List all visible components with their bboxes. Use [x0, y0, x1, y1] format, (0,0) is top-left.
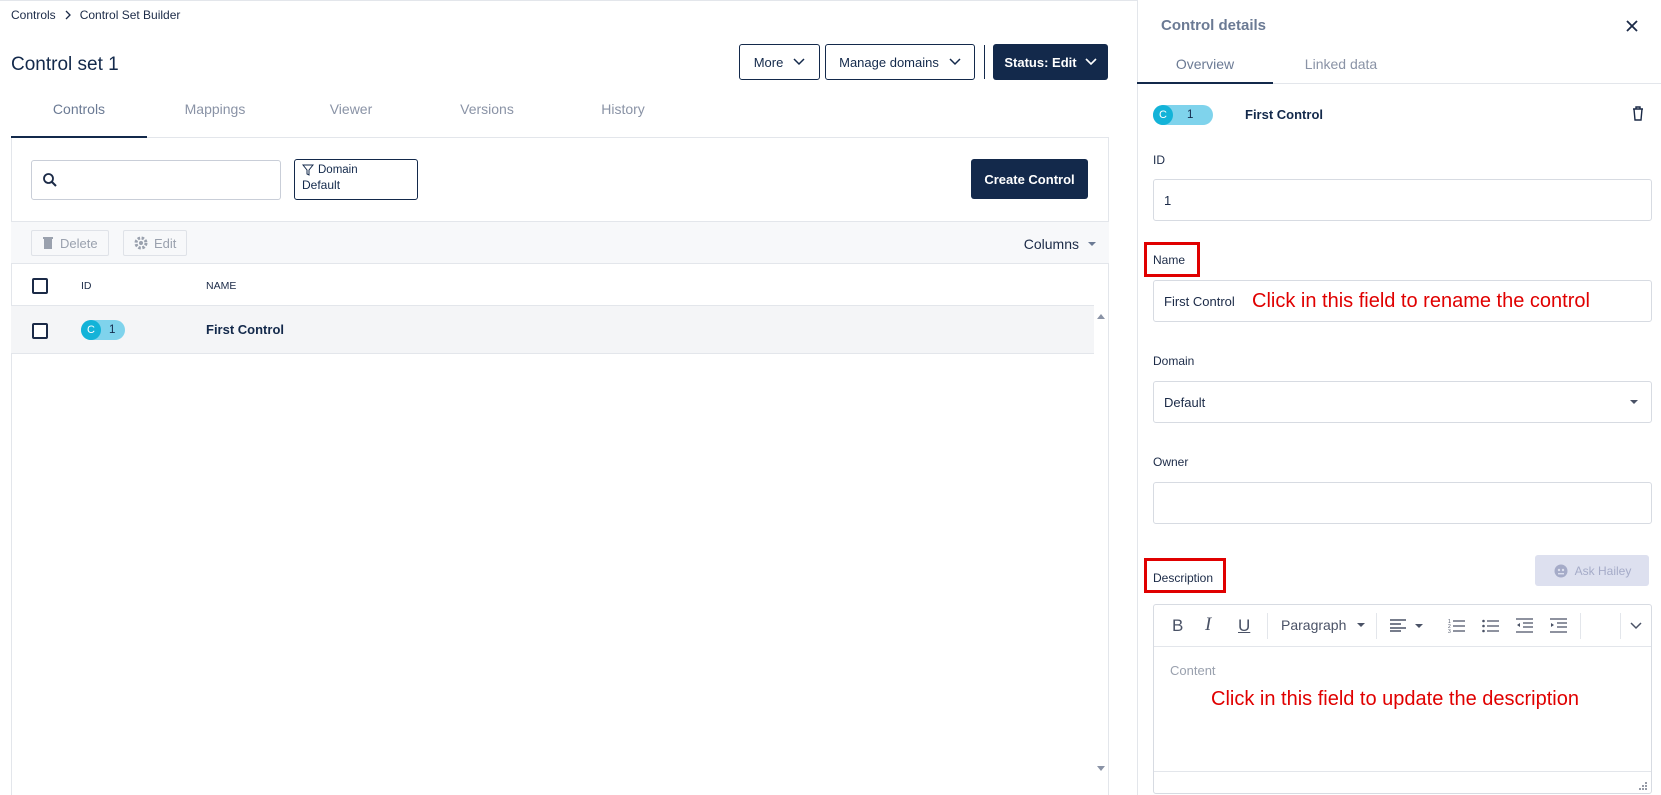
- bold-icon[interactable]: B: [1172, 616, 1183, 636]
- owner-label: Owner: [1153, 455, 1189, 469]
- columns-dropdown[interactable]: Columns: [1024, 236, 1097, 252]
- badge-id: 1: [109, 324, 116, 336]
- editor-bottom-border: [1154, 771, 1651, 772]
- control-badge: C 1: [81, 320, 126, 340]
- badge-type: C: [81, 320, 101, 340]
- editor-toolbar: B I U Paragraph 123: [1154, 605, 1651, 647]
- paragraph-select[interactable]: Paragraph: [1281, 617, 1366, 633]
- toolbar-divider: [1267, 613, 1268, 639]
- chevron-down-icon: [1085, 58, 1097, 66]
- row-name: First Control: [206, 322, 284, 337]
- filter-icon: [302, 164, 314, 176]
- create-control-button[interactable]: Create Control: [971, 159, 1088, 199]
- content-placeholder: Content: [1170, 663, 1216, 678]
- status-edit-button[interactable]: Status: Edit: [993, 44, 1108, 80]
- select-all-checkbox[interactable]: [32, 278, 48, 294]
- tab-controls[interactable]: Controls: [11, 98, 147, 138]
- main-tabs: Controls Mappings Viewer Versions Histor…: [11, 98, 1109, 138]
- name-label: Name: [1153, 253, 1186, 267]
- trash-icon[interactable]: [1631, 105, 1645, 121]
- domain-select[interactable]: Default: [1153, 381, 1652, 423]
- trash-icon: [42, 236, 54, 250]
- caret-down-icon: [1356, 622, 1366, 628]
- manage-domains-button[interactable]: Manage domains: [825, 44, 975, 80]
- breadcrumb-controls-link[interactable]: Controls: [11, 8, 56, 22]
- toolbar-divider: [1620, 613, 1621, 639]
- bullet-list-icon[interactable]: [1482, 618, 1499, 633]
- more-button-label: More: [753, 54, 784, 70]
- chevron-down-icon: [949, 58, 961, 66]
- status-label: Status: Edit: [1004, 54, 1077, 70]
- robot-icon: [1553, 563, 1569, 579]
- caret-down-icon: [1629, 399, 1639, 405]
- scroll-down-icon[interactable]: [1096, 765, 1106, 772]
- domain-value: Default: [1164, 394, 1206, 410]
- tab-linked-data[interactable]: Linked data: [1273, 50, 1409, 84]
- scroll-up-icon[interactable]: [1096, 313, 1106, 320]
- table-row[interactable]: C 1 First Control: [11, 306, 1094, 354]
- filter-value: Default: [302, 178, 341, 192]
- owner-field[interactable]: [1153, 482, 1652, 524]
- close-icon[interactable]: [1625, 19, 1639, 33]
- details-badge: C 1: [1153, 105, 1214, 125]
- chevron-down-icon[interactable]: [1630, 622, 1642, 630]
- badge-type: C: [1153, 105, 1173, 125]
- table-header: ID NAME: [11, 264, 1094, 306]
- breadcrumb-current: Control Set Builder: [79, 8, 181, 22]
- header-id: ID: [81, 280, 92, 292]
- tab-mappings[interactable]: Mappings: [147, 98, 283, 138]
- manage-domains-label: Manage domains: [839, 54, 939, 70]
- name-value: First Control: [1164, 293, 1235, 309]
- edit-button[interactable]: Edit: [123, 230, 188, 256]
- badge-id: 1: [1187, 109, 1194, 121]
- italic-icon[interactable]: I: [1205, 614, 1211, 636]
- caret-down-icon: [1087, 241, 1097, 247]
- underline-icon[interactable]: U: [1238, 616, 1250, 636]
- align-left-icon[interactable]: [1390, 619, 1424, 632]
- filter-label: Domain: [318, 164, 358, 176]
- toolbar-divider: [1376, 613, 1377, 639]
- header-name: NAME: [206, 280, 237, 292]
- page-title: Control set 1: [11, 54, 119, 75]
- breadcrumb: Controls Control Set Builder: [11, 8, 180, 22]
- description-hint-annotation: Click in this field to update the descri…: [1211, 688, 1579, 710]
- row-checkbox[interactable]: [32, 323, 48, 339]
- name-hint-annotation: Click in this field to rename the contro…: [1252, 290, 1590, 312]
- details-tabs: Overview Linked data: [1137, 50, 1661, 84]
- tab-history[interactable]: History: [555, 98, 691, 138]
- description-label: Description: [1153, 571, 1214, 585]
- gear-icon: [134, 236, 148, 250]
- paragraph-label: Paragraph: [1281, 617, 1347, 633]
- numbered-list-icon[interactable]: 123: [1448, 618, 1465, 633]
- search-icon: [42, 172, 58, 188]
- chevron-right-icon: [62, 9, 74, 21]
- svg-text:3: 3: [1448, 629, 1451, 633]
- edit-label: Edit: [154, 235, 177, 251]
- details-control-name: First Control: [1245, 107, 1323, 122]
- details-title: Control details: [1161, 17, 1267, 34]
- action-divider: [984, 45, 985, 79]
- outdent-icon[interactable]: [1516, 618, 1533, 633]
- ask-hailey-label: Ask Hailey: [1574, 563, 1632, 578]
- more-button[interactable]: More: [739, 44, 820, 80]
- toolbar-divider: [1580, 613, 1581, 639]
- tab-overview[interactable]: Overview: [1137, 50, 1273, 84]
- id-field[interactable]: 1: [1153, 179, 1652, 221]
- tab-viewer[interactable]: Viewer: [283, 98, 419, 138]
- resize-handle-icon[interactable]: [1638, 781, 1648, 791]
- indent-icon[interactable]: [1550, 618, 1567, 633]
- table-toolbar: Delete Edit Columns: [11, 221, 1109, 264]
- id-label: ID: [1153, 153, 1165, 167]
- search-input[interactable]: [31, 160, 281, 200]
- domain-label: Domain: [1153, 354, 1195, 368]
- chevron-down-icon: [793, 58, 805, 66]
- tab-versions[interactable]: Versions: [419, 98, 555, 138]
- delete-label: Delete: [60, 235, 98, 251]
- columns-label: Columns: [1023, 236, 1079, 252]
- ask-hailey-button[interactable]: Ask Hailey: [1535, 555, 1649, 586]
- id-value: 1: [1164, 192, 1172, 208]
- delete-button[interactable]: Delete: [31, 230, 109, 256]
- domain-filter[interactable]: Domain Default: [294, 159, 418, 200]
